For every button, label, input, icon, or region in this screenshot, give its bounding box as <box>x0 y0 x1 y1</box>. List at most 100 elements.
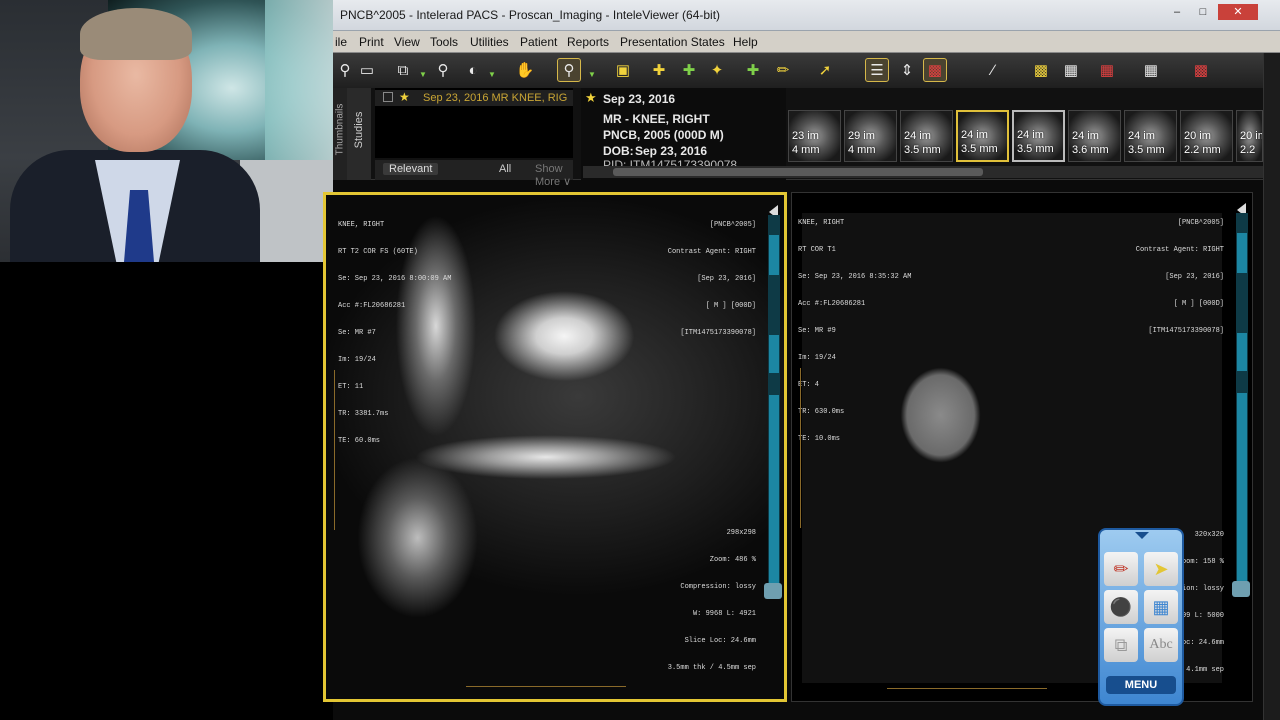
series-thumbnails: 23 im 4 mm 29 im 4 mm 24 im 3.5 mm 24 im 3.5… <box>788 108 1263 164</box>
star-icon[interactable]: ★ <box>399 90 410 104</box>
slider-handle[interactable] <box>1232 581 1250 597</box>
menu-bar: ile Print View Tools Utilities Patient R… <box>333 31 1280 53</box>
show-more-button[interactable]: Show More ∨ <box>535 163 573 188</box>
overlay-line: TE: 10.0ms <box>798 435 841 443</box>
series-thumbnail-selected[interactable]: 24 im 3.5 mm <box>956 110 1009 162</box>
mouse-icon[interactable]: ⚫ <box>1104 590 1138 624</box>
pointer-icon[interactable]: ➤ <box>1144 552 1178 586</box>
menu-patient[interactable]: Patient <box>520 35 557 49</box>
menu-button[interactable]: MENU <box>1106 676 1176 694</box>
floating-tool-menu[interactable]: ✏ ➤ ⚫ ▦ ⧉ Abc MENU <box>1098 528 1184 706</box>
star-icon[interactable]: ★ <box>585 90 597 106</box>
stack-icon[interactable]: ⧉ <box>391 58 415 82</box>
disabled-tool-icon: ∕ <box>991 61 995 79</box>
presentation-icon[interactable]: ▩ <box>923 58 947 82</box>
overlay-top-right: [PNCB^2005] Contrast Agent: RIGHT [Sep 2… <box>668 203 756 356</box>
compare-icon[interactable]: ▦ <box>1059 58 1083 82</box>
minimize-button[interactable]: – <box>1164 4 1190 20</box>
thumbnail-count: 20 im <box>1240 130 1262 142</box>
menu-file[interactable]: ile <box>335 35 347 49</box>
study-list: ★ Sep 23, 2016 MR KNEE, RIG <box>375 88 573 158</box>
search-icon[interactable]: ⚲ <box>333 58 357 82</box>
menu-utilities[interactable]: Utilities <box>470 35 509 49</box>
maximize-button[interactable]: □ <box>1190 4 1216 20</box>
menu-print[interactable]: Print <box>359 35 384 49</box>
series-thumbnail[interactable]: 23 im 4 mm <box>788 110 841 162</box>
magnifier-icon[interactable]: ⚲ <box>431 58 455 82</box>
exit-icon[interactable]: ▩ <box>1189 58 1213 82</box>
thumbnail-thickness: 4 mm <box>848 144 876 156</box>
studies-tab-label: Studies <box>353 111 365 149</box>
series-thumbnail-active[interactable]: 24 im 3.5 mm <box>1012 110 1065 162</box>
menu-tools[interactable]: Tools <box>430 35 458 49</box>
cine-icon[interactable]: ▩ <box>1029 58 1053 82</box>
thumbnails-tab[interactable]: Thumbnails <box>333 88 347 180</box>
patient-name: PNCB, 2005 (000D M) <box>603 128 724 142</box>
add-marker-icon[interactable]: ✚ <box>741 58 765 82</box>
fit-window-icon[interactable]: ☰ <box>865 58 889 82</box>
pencil-icon[interactable]: ✏ <box>1104 552 1138 586</box>
menu-help[interactable]: Help <box>733 35 758 49</box>
dropdown-arrow-icon[interactable]: ▼ <box>488 70 496 79</box>
thumbnail-count: 24 im <box>1128 130 1155 142</box>
thumbnail-thickness: 4 mm <box>792 144 820 156</box>
series-thumbnail[interactable]: 24 im 3.5 mm <box>900 110 953 162</box>
contrast-icon[interactable]: ◐ <box>461 58 485 82</box>
stack-tool-icon[interactable]: ⧉ <box>1104 628 1138 662</box>
slider-handle[interactable] <box>764 583 782 599</box>
scale-ruler-horizontal <box>887 683 1047 689</box>
crosshair-icon[interactable]: ✚ <box>647 58 671 82</box>
crop-icon[interactable]: ▣ <box>611 58 635 82</box>
image-scrollbar[interactable] <box>768 215 780 595</box>
add-point-icon[interactable]: ✚ <box>677 58 701 82</box>
series-thumbnail[interactable]: 20 im 2.2 <box>1236 110 1263 162</box>
menu-presentation-states[interactable]: Presentation States <box>620 35 725 49</box>
scrollbar-thumb[interactable] <box>613 168 983 176</box>
menu-collapse-arrow-icon[interactable] <box>1135 532 1149 539</box>
series-thumbnail[interactable]: 20 im 2.2 mm <box>1180 110 1233 162</box>
studies-tab[interactable]: Studies <box>347 88 371 180</box>
overlay-line: ET: 11 <box>338 383 364 391</box>
ruler-icon[interactable]: ✏ <box>771 58 795 82</box>
pin-icon[interactable]: ✦ <box>705 58 729 82</box>
overlay-line: KNEE, RIGHT <box>798 219 845 227</box>
relevant-button[interactable]: Relevant <box>383 163 439 175</box>
layout-grid-icon[interactable]: ▦ <box>1095 58 1119 82</box>
series-layout-icon[interactable]: ▦ <box>1139 58 1163 82</box>
arrow-annotation-icon[interactable]: ➚ <box>813 58 837 82</box>
screen: PNCB^2005 - Intelerad PACS - Proscan_Ima… <box>0 0 1280 720</box>
document-icon[interactable]: ▭ <box>355 58 379 82</box>
pan-hand-icon[interactable]: ✋ <box>513 58 537 82</box>
overlay-line: W: 9968 L: 4921 <box>692 610 756 618</box>
dropdown-arrow-icon[interactable]: ▼ <box>419 70 427 79</box>
menu-reports[interactable]: Reports <box>567 35 609 49</box>
series-thumbnail[interactable]: 24 im 3.5 mm <box>1124 110 1177 162</box>
thumbnail-thickness: 3.5 mm <box>1128 144 1165 156</box>
scrollbar-segment <box>769 235 779 275</box>
scrollbar-segment <box>769 395 779 595</box>
overlay-line: Contrast Agent: RIGHT <box>1135 246 1224 254</box>
right-scrollbar[interactable] <box>1263 53 1280 720</box>
dropdown-arrow-icon[interactable]: ▼ <box>588 70 596 79</box>
thumbnail-scrollbar[interactable] <box>583 166 1263 178</box>
overlay-line: RT T2 COR FS (60TE) <box>338 248 418 256</box>
overlay-line: Se: Sep 23, 2016 8:00:09 AM <box>338 275 452 283</box>
all-button[interactable]: All <box>499 163 511 175</box>
grid-layout-icon[interactable]: ▦ <box>1144 590 1178 624</box>
study-filter-bar: Relevant All Show More ∨ <box>375 160 573 188</box>
image-scrollbar[interactable] <box>1236 213 1248 593</box>
scale-ruler <box>334 370 340 530</box>
scrollbar-segment <box>1237 393 1247 593</box>
thumbnail-count: 24 im <box>1072 130 1099 142</box>
text-annotation-icon[interactable]: Abc <box>1144 628 1178 662</box>
viewport-left[interactable]: KNEE, RIGHT RT T2 COR FS (60TE) Se: Sep … <box>323 192 787 702</box>
overlay-top-left: KNEE, RIGHT RT COR T1 Se: Sep 23, 2016 8… <box>798 201 911 462</box>
study-checkbox[interactable] <box>383 92 393 102</box>
flip-icon[interactable]: ⇕ <box>895 58 919 82</box>
series-thumbnail[interactable]: 24 im 3.6 mm <box>1068 110 1121 162</box>
menu-view[interactable]: View <box>394 35 420 49</box>
zoom-tool-icon[interactable]: ⚲ <box>557 58 581 82</box>
series-thumbnail[interactable]: 29 im 4 mm <box>844 110 897 162</box>
close-button[interactable]: ✕ <box>1218 4 1258 20</box>
scrollbar-segment <box>1237 333 1247 371</box>
